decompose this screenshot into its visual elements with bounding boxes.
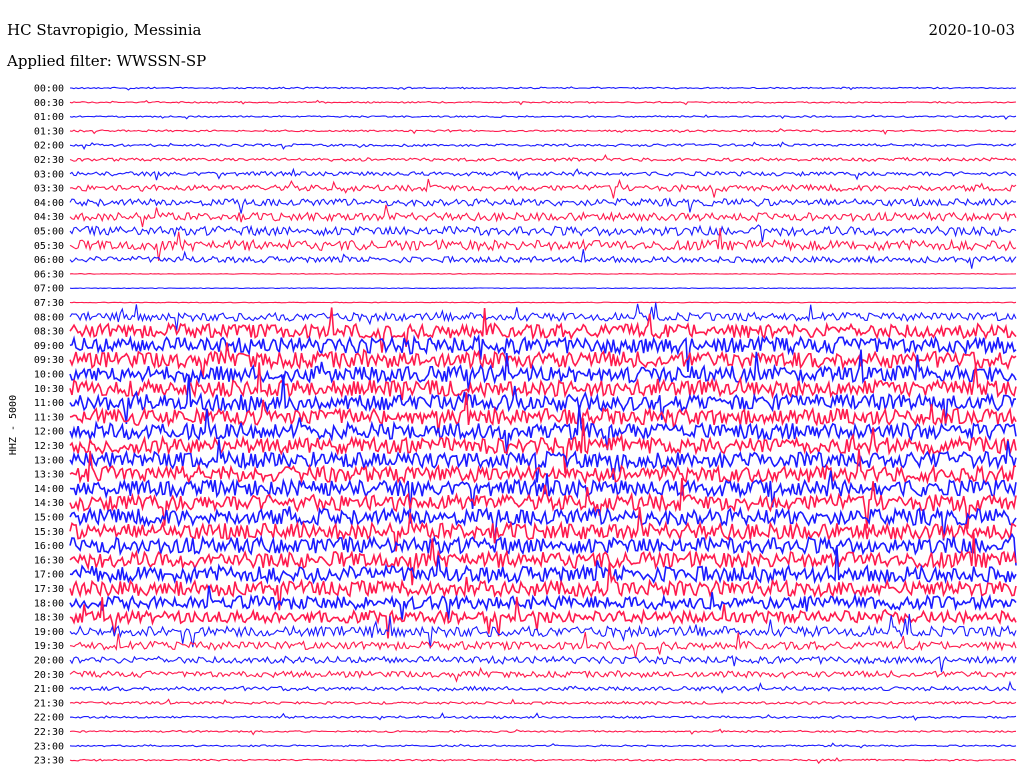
trace-row xyxy=(69,128,1017,136)
row-time-label: 21:00 xyxy=(34,684,64,695)
row-time-label: 18:00 xyxy=(34,598,64,609)
trace-row xyxy=(69,418,1017,474)
trace-row xyxy=(69,167,1017,181)
row-time-label: 15:00 xyxy=(34,513,64,524)
row-time-label: 01:30 xyxy=(34,126,64,137)
trace-row xyxy=(69,178,1017,199)
row-time-label: 09:00 xyxy=(34,341,64,352)
date-label: 2020-10-03 xyxy=(929,21,1015,39)
row-time-label: 07:30 xyxy=(34,298,64,309)
trace-row xyxy=(69,654,1017,673)
row-time-label: 12:00 xyxy=(34,427,64,438)
row-time-label: 00:30 xyxy=(34,98,64,109)
trace-row xyxy=(69,698,1017,706)
trace-row xyxy=(69,757,1017,765)
helicorder-svg: 00:00 00:30 01:00 01:30 02:00 02:30 03:00 03:30… xyxy=(6,21,1017,767)
row-time-label: 02:00 xyxy=(34,141,64,152)
row-time-label: 11:30 xyxy=(34,412,64,423)
station-title: HC Stavropigio, Messinia xyxy=(7,21,202,39)
trace-row xyxy=(69,154,1017,163)
trace-row xyxy=(69,712,1017,722)
row-time-label: 11:00 xyxy=(34,398,64,409)
row-time-label: 14:00 xyxy=(34,484,64,495)
trace-row xyxy=(69,114,1017,120)
row-time-label: 04:00 xyxy=(34,198,64,209)
row-time-label: 16:30 xyxy=(34,555,64,566)
trace-row xyxy=(69,342,1017,379)
trace-row xyxy=(69,301,1017,304)
row-time-label: 07:00 xyxy=(34,284,64,295)
trace-row xyxy=(69,742,1017,749)
row-time-label: 05:00 xyxy=(34,227,64,238)
row-time-label: 23:30 xyxy=(34,756,64,767)
row-time-label: 12:30 xyxy=(34,441,64,452)
trace-row xyxy=(69,680,1017,694)
trace-row xyxy=(69,307,1017,353)
row-time-label: 19:00 xyxy=(34,627,64,638)
filter-label: Applied filter: WWSSN-SP xyxy=(6,52,206,70)
row-time-label: 09:30 xyxy=(34,355,64,366)
trace-row xyxy=(69,506,1017,544)
trace-row xyxy=(69,204,1017,228)
row-time-label: 22:30 xyxy=(34,727,64,738)
row-time-label: 17:00 xyxy=(34,570,64,581)
row-time-label: 06:00 xyxy=(34,255,64,266)
row-time-label: 18:30 xyxy=(34,613,64,624)
trace-row xyxy=(69,728,1017,736)
time-tick-labels: 00:00 00:30 01:00 01:30 02:00 02:30 03:00 03:30… xyxy=(34,84,64,767)
row-time-label: 20:30 xyxy=(34,670,64,681)
trace-row xyxy=(69,224,1017,243)
seismogram-traces xyxy=(69,86,1017,765)
row-time-label: 01:00 xyxy=(34,112,64,123)
row-time-label: 04:30 xyxy=(34,212,64,223)
row-time-label: 17:30 xyxy=(34,584,64,595)
row-time-label: 10:30 xyxy=(34,384,64,395)
trace-row xyxy=(69,287,1016,290)
row-time-label: 05:30 xyxy=(34,241,64,252)
row-time-label: 03:00 xyxy=(34,169,64,180)
helicorder-chart: 00:00 00:30 01:00 01:30 02:00 02:30 03:00 03:30… xyxy=(0,0,1024,780)
row-time-label: 15:30 xyxy=(34,527,64,538)
row-time-label: 14:30 xyxy=(34,498,64,509)
trace-row xyxy=(69,273,1017,275)
row-time-label: 19:30 xyxy=(34,641,64,652)
row-time-label: 21:30 xyxy=(34,698,64,709)
trace-row xyxy=(69,666,1017,683)
row-time-label: 22:00 xyxy=(34,713,64,724)
row-time-label: 20:00 xyxy=(34,656,64,667)
row-time-label: 10:00 xyxy=(34,370,64,381)
row-time-label: 02:30 xyxy=(34,155,64,166)
row-time-label: 16:00 xyxy=(34,541,64,552)
trace-row xyxy=(69,86,1017,91)
trace-row xyxy=(69,141,1017,150)
row-time-label: 08:30 xyxy=(34,327,64,338)
trace-row xyxy=(69,196,1017,214)
trace-row xyxy=(69,99,1017,106)
row-time-label: 08:00 xyxy=(34,312,64,323)
trace-row xyxy=(69,249,1017,269)
row-time-label: 23:00 xyxy=(34,741,64,752)
row-time-label: 06:30 xyxy=(34,269,64,280)
row-time-label: 03:30 xyxy=(34,184,64,195)
row-time-label: 13:00 xyxy=(34,455,64,466)
channel-axis-label: HHZ - 5000 xyxy=(8,395,19,455)
row-time-label: 00:00 xyxy=(34,84,64,95)
trace-row xyxy=(69,302,1017,331)
row-time-label: 13:30 xyxy=(34,470,64,481)
